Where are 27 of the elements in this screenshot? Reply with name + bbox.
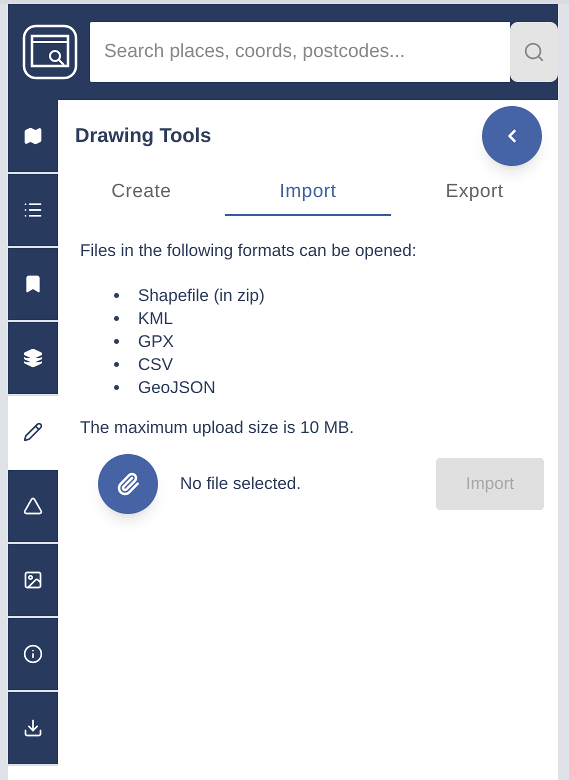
search-icon xyxy=(523,41,545,63)
file-status: No file selected. xyxy=(180,473,302,496)
bullet-icon xyxy=(114,316,119,320)
format-item: GPX xyxy=(138,330,174,352)
search-button[interactable] xyxy=(510,22,558,82)
bullet-icon xyxy=(114,292,119,298)
panel-tab[interactable]: Create xyxy=(58,170,224,216)
upload-limit-text: The maximum upload size is 10 MB. xyxy=(80,416,355,438)
format-item: KML xyxy=(138,308,173,330)
pencil-icon xyxy=(23,422,43,442)
map-search-logo-icon[interactable] xyxy=(22,24,78,80)
paperclip-icon xyxy=(116,472,140,496)
intro-text: Files in the following formats can be opened: xyxy=(80,240,418,262)
bullet-icon xyxy=(114,384,119,390)
map-icon xyxy=(23,126,43,146)
panel-title: Drawing Tools xyxy=(75,124,212,149)
panel-tab[interactable]: Import xyxy=(224,170,391,216)
bullet-icon xyxy=(114,338,119,344)
search-field[interactable]: Search places, coords, postcodes... xyxy=(90,22,510,82)
download-icon xyxy=(23,718,43,738)
bullet-icon xyxy=(114,362,119,366)
format-item: Shapefile (in zip) xyxy=(138,284,265,306)
format-item: CSV xyxy=(138,354,173,376)
info-icon xyxy=(23,644,43,664)
format-item: GeoJSON xyxy=(138,376,216,398)
panel-tab[interactable]: Export xyxy=(392,170,558,216)
layers-icon xyxy=(23,348,43,368)
